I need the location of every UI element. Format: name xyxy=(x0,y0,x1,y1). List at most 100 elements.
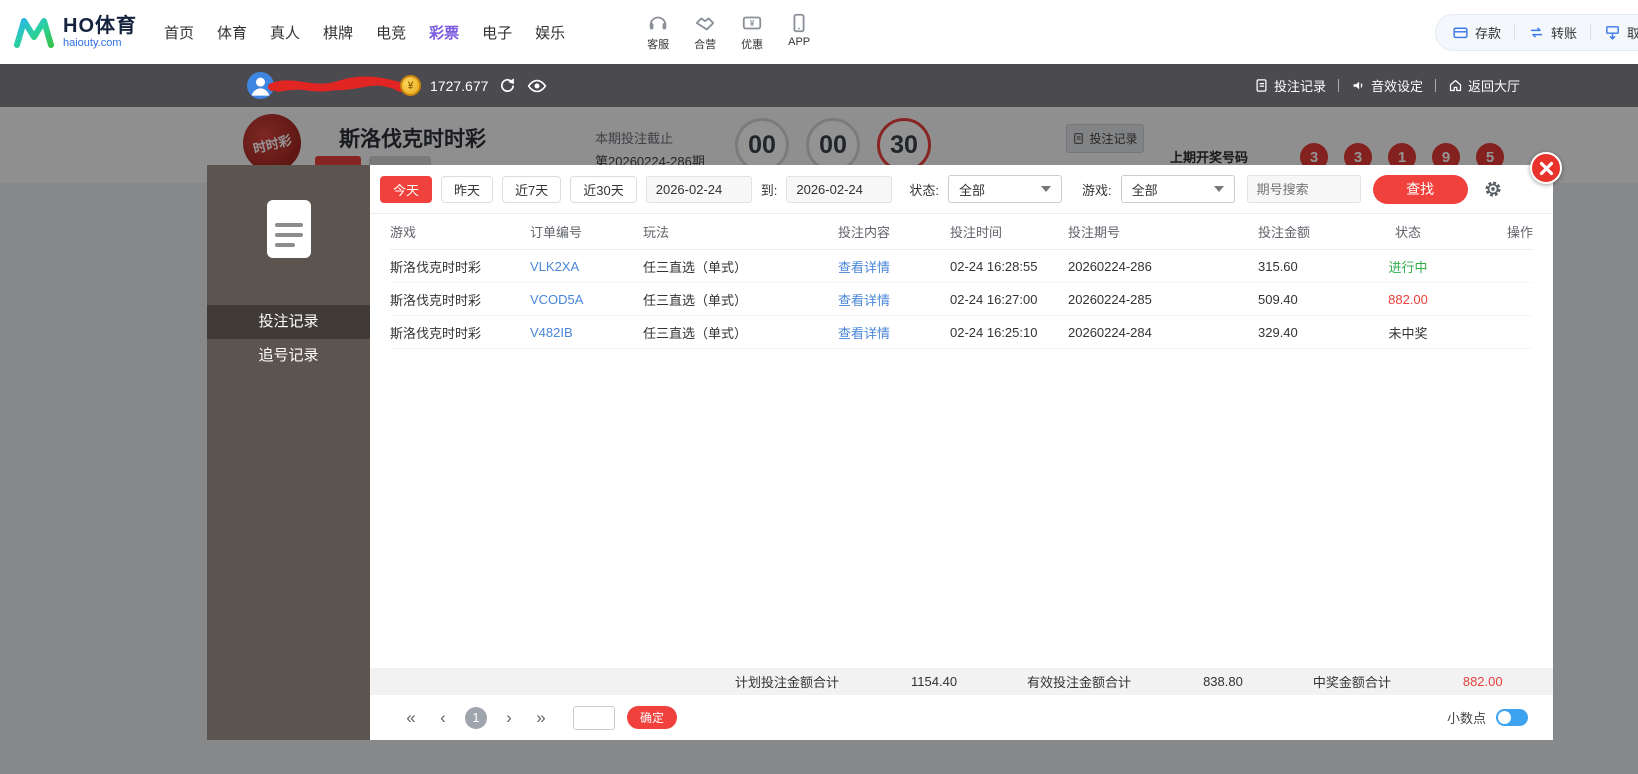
nav-item-slots[interactable]: 电子 xyxy=(482,22,512,43)
page: HO体育 haiouty.com 首页 体育 真人 棋牌 电竞 彩票 电子 娱乐… xyxy=(0,0,1638,774)
date-from-input[interactable] xyxy=(645,175,752,203)
quick-icon-label: APP xyxy=(788,36,811,48)
cell-period: 20260224-286 xyxy=(1068,258,1152,274)
partnership-button[interactable]: 合营 xyxy=(690,12,720,52)
pagination-bar: « ‹ 1 › » 确定 小数点 xyxy=(370,695,1553,740)
valid-total-value: 838.80 xyxy=(1203,674,1243,689)
last-page-button[interactable]: » xyxy=(525,708,557,728)
document-icon xyxy=(266,200,311,258)
refresh-icon xyxy=(501,78,515,92)
bet-records-modal: 投注记录 追号记录 今天 昨天 近7天 近30天 到: 状态: xyxy=(207,152,1562,740)
nav-item-lottery[interactable]: 彩票 xyxy=(429,22,459,43)
range-today-button[interactable]: 今天 xyxy=(380,175,433,203)
first-page-button[interactable]: « xyxy=(395,708,427,728)
decimal-toggle[interactable] xyxy=(1496,709,1528,726)
hide-balance-button[interactable] xyxy=(527,76,547,96)
withdraw-label: 取款 xyxy=(1626,25,1638,41)
sound-settings-link[interactable]: 音效设定 xyxy=(1351,76,1423,95)
cell-amount: 509.40 xyxy=(1258,291,1298,307)
nav-item-chess[interactable]: 棋牌 xyxy=(323,22,353,43)
balance-amount: 1727.677 xyxy=(430,77,489,94)
bet-records-link[interactable]: 投注记录 xyxy=(1254,76,1326,95)
cell-play: 任三直选（单式） xyxy=(643,325,748,341)
next-page-button[interactable]: › xyxy=(493,708,525,728)
col-header-game: 游戏 xyxy=(390,225,417,240)
toggle-knob xyxy=(1498,711,1511,724)
game-label: 游戏: xyxy=(1081,182,1112,198)
divider xyxy=(1589,24,1591,40)
close-button[interactable] xyxy=(1530,152,1562,184)
view-details-link[interactable]: 查看详情 xyxy=(838,323,950,342)
page-jump-confirm-button[interactable]: 确定 xyxy=(627,706,678,729)
col-header-status: 状态 xyxy=(1394,225,1421,240)
svg-text:¥: ¥ xyxy=(750,19,755,28)
main-nav: 首页 体育 真人 棋牌 电竞 彩票 电子 娱乐 xyxy=(164,22,565,43)
find-button[interactable]: 查找 xyxy=(1372,174,1468,204)
order-id-link[interactable]: V482IB xyxy=(530,325,643,340)
quick-icon-label: 客服 xyxy=(647,39,670,51)
prev-page-button[interactable]: ‹ xyxy=(427,708,459,728)
planned-total-value: 1154.40 xyxy=(911,674,958,689)
range-30days-button[interactable]: 近30天 xyxy=(570,175,637,203)
divider xyxy=(1434,79,1436,92)
brand-name: HO体育 xyxy=(63,14,137,37)
cell-play: 任三直选（单式） xyxy=(643,259,748,275)
table-row: 斯洛伐克时时彩 V482IB 任三直选（单式） 查看详情 02-24 16:25… xyxy=(390,316,1533,349)
empty-area xyxy=(370,349,1553,668)
promotions-button[interactable]: ¥ 优惠 xyxy=(737,12,767,52)
col-header-amount: 投注金额 xyxy=(1258,225,1311,240)
game-select[interactable]: 全部 xyxy=(1120,175,1235,203)
phone-icon xyxy=(793,13,805,33)
bet-records-label: 投注记录 xyxy=(1273,79,1326,94)
sound-settings-label: 音效设定 xyxy=(1370,79,1423,94)
planned-total-label: 计划投注金额合计 xyxy=(735,675,840,690)
range-7days-button[interactable]: 近7天 xyxy=(502,175,562,203)
deposit-label: 存款 xyxy=(1474,25,1501,41)
eye-icon xyxy=(528,79,547,92)
withdraw-button[interactable]: 取款 xyxy=(1604,23,1638,42)
range-yesterday-button[interactable]: 昨天 xyxy=(441,175,494,203)
order-id-link[interactable]: VLK2XA xyxy=(530,259,643,274)
nav-item-entertainment[interactable]: 娱乐 xyxy=(535,22,565,43)
chevron-down-icon xyxy=(1040,186,1051,192)
top-nav: HO体育 haiouty.com 首页 体育 真人 棋牌 电竞 彩票 电子 娱乐… xyxy=(0,0,1638,64)
settings-button[interactable] xyxy=(1483,179,1503,199)
sidebar-item-chase-records[interactable]: 追号记录 xyxy=(207,339,370,373)
nav-item-esports[interactable]: 电竞 xyxy=(376,22,406,43)
page-jump-input[interactable] xyxy=(573,705,615,730)
view-details-link[interactable]: 查看详情 xyxy=(838,257,950,276)
cell-time: 02-24 16:27:00 xyxy=(950,291,1038,307)
status-select-value: 全部 xyxy=(958,182,985,198)
col-header-action: 操作 xyxy=(1506,225,1533,240)
status-badge: 882.00 xyxy=(1388,291,1428,307)
sidebar-item-bet-records[interactable]: 投注记录 xyxy=(207,305,370,339)
cell-period: 20260224-285 xyxy=(1068,291,1152,307)
date-to-input[interactable] xyxy=(786,175,893,203)
customer-service-button[interactable]: 客服 xyxy=(643,12,673,52)
refresh-balance-button[interactable] xyxy=(499,77,516,94)
page-number-current[interactable]: 1 xyxy=(465,706,487,729)
period-search-input[interactable] xyxy=(1246,175,1361,203)
order-id-link[interactable]: VCOD5A xyxy=(530,292,643,307)
coin-icon: ¥ xyxy=(400,75,421,96)
win-total-label: 中奖金额合计 xyxy=(1312,675,1391,690)
status-select[interactable]: 全部 xyxy=(947,175,1062,203)
to-label: 到: xyxy=(760,182,778,198)
transfer-button[interactable]: 转账 xyxy=(1528,23,1577,42)
nav-item-live[interactable]: 真人 xyxy=(270,22,300,43)
nav-item-home[interactable]: 首页 xyxy=(164,22,194,43)
nav-item-sports[interactable]: 体育 xyxy=(217,22,247,43)
quick-icons: 客服 合营 ¥ 优惠 APP xyxy=(643,12,814,52)
deposit-icon xyxy=(1453,27,1468,38)
username-redaction-scribble xyxy=(268,76,406,92)
transfer-icon xyxy=(1530,27,1543,37)
app-download-button[interactable]: APP xyxy=(784,12,814,52)
brand-logo[interactable]: HO体育 haiouty.com xyxy=(14,15,160,49)
chevron-down-icon xyxy=(1213,186,1224,192)
account-bar: ¥ 1727.677 投注记录 音效设定 返回大厅 xyxy=(0,64,1638,107)
back-to-lobby-link[interactable]: 返回大厅 xyxy=(1448,76,1520,95)
account-bar-links: 投注记录 音效设定 返回大厅 xyxy=(1254,76,1520,95)
view-details-link[interactable]: 查看详情 xyxy=(838,290,950,309)
home-icon xyxy=(1449,79,1462,92)
deposit-button[interactable]: 存款 xyxy=(1452,23,1501,42)
